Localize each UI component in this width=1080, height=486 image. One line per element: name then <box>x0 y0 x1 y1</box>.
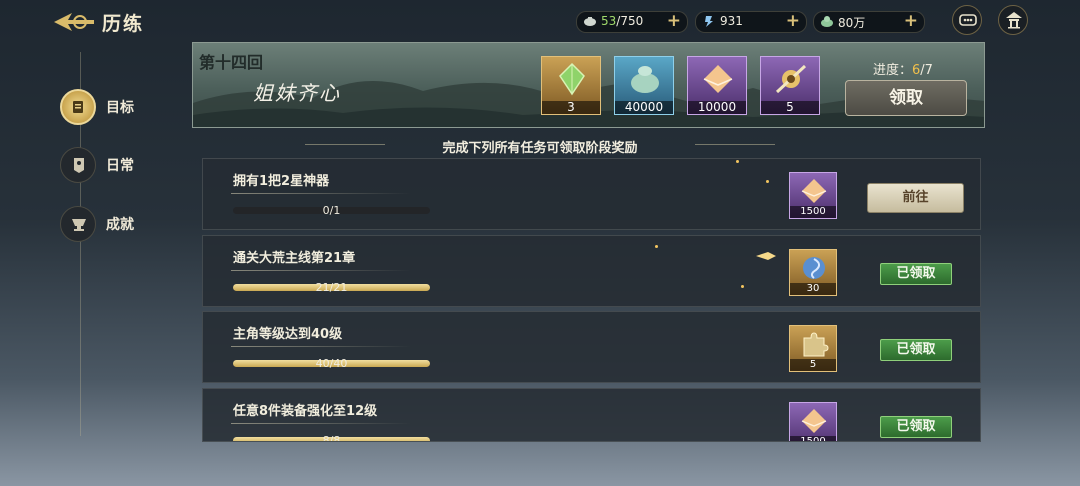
sparkle <box>736 160 739 163</box>
spirit-gem-value: 931 <box>720 14 743 28</box>
nav-label-achievements: 成就 <box>106 217 134 233</box>
task-name: 通关大荒主线第21章 <box>233 251 356 266</box>
envelope-icon <box>801 179 827 203</box>
task-row: 拥有1把2星神器 0/1 1500 前往 <box>202 158 981 230</box>
task-reward-count: 1500 <box>790 206 836 218</box>
stage-progress-label: 进度： <box>873 63 913 78</box>
task-reward-count: 1500 <box>790 436 836 441</box>
pavilion-icon <box>1006 12 1022 29</box>
sparkle-icon <box>756 252 776 260</box>
add-jade-coin-button[interactable]: + <box>904 11 918 31</box>
chapter-name: 姐妹齐心 <box>253 81 341 105</box>
add-stamina-button[interactable]: + <box>667 11 681 31</box>
jade-coin-value: 80万 <box>838 16 866 30</box>
stage-progress: 进度：6/7 <box>873 59 933 78</box>
envelope-icon <box>801 409 827 433</box>
claim-stage-reward-button[interactable]: 领取 <box>845 80 967 116</box>
chat-button[interactable] <box>952 5 982 35</box>
artifact-icon <box>775 64 807 94</box>
stamina-resource: 53/750 + <box>576 11 688 33</box>
task-name: 拥有1把2星神器 <box>233 174 330 189</box>
stage-progress-total: /7 <box>920 63 933 78</box>
green-crystal-icon <box>559 62 585 96</box>
task-progress-text: 40/40 <box>315 357 348 370</box>
claimed-badge: 已领取 <box>880 416 952 438</box>
claimed-badge: 已领取 <box>880 339 952 361</box>
sparkle <box>655 245 658 248</box>
stamina-icon <box>584 17 596 26</box>
stage-reward-3-count: 10000 <box>688 101 746 114</box>
task-underline <box>231 270 411 271</box>
task-progress-text: 0/1 <box>322 204 341 217</box>
task-underline <box>231 346 411 347</box>
scroll-icon <box>60 89 96 125</box>
task-underline <box>231 423 411 424</box>
task-progress-text: 8/8 <box>322 434 341 442</box>
task-reward-count: 5 <box>790 359 836 371</box>
task-name: 任意8件装备强化至12级 <box>233 404 378 419</box>
sparkle <box>766 180 769 183</box>
task-row: 通关大荒主线第21章 21/21 30 已领取 <box>202 235 981 307</box>
stamina-current: 53 <box>601 14 617 28</box>
nav-item-achievements[interactable]: 成就 <box>58 204 168 244</box>
task-progress-text: 21/21 <box>315 281 348 294</box>
stage-reward-1[interactable]: 3 <box>541 56 601 115</box>
puzzle-piece-icon <box>803 332 829 357</box>
nav-label-goals: 目标 <box>106 100 134 116</box>
envelope-icon <box>703 65 733 93</box>
chat-icon <box>959 14 977 26</box>
stage-reward-2[interactable]: 40000 <box>614 56 674 115</box>
go-button[interactable]: 前往 <box>867 183 964 213</box>
swirl-orb-icon <box>803 257 825 279</box>
stamina-max: /750 <box>616 14 644 28</box>
subtitle-right-ornament <box>695 144 775 145</box>
task-reward[interactable]: 5 <box>789 325 837 372</box>
task-instructions: 完成下列所有任务可领取阶段奖励 <box>442 141 638 156</box>
task-row: 任意8件装备强化至12级 8/8 1500 已领取 <box>202 388 981 442</box>
claimed-badge: 已领取 <box>880 263 952 285</box>
back-arrow-icon[interactable] <box>52 10 96 34</box>
stage-reward-2-count: 40000 <box>615 101 673 114</box>
jade-coin-icon <box>821 16 833 27</box>
page-title: 历练 <box>102 13 145 35</box>
stage-reward-1-count: 3 <box>542 101 600 114</box>
task-reward[interactable]: 1500 <box>789 402 837 441</box>
spirit-gem-resource: 931 + <box>695 11 807 33</box>
spirit-gem-icon <box>705 16 713 27</box>
trophy-icon <box>60 206 96 242</box>
jade-coin-resource: 80万 + <box>813 11 925 33</box>
task-reward-count: 30 <box>790 283 836 295</box>
nav-item-goals[interactable]: 目标 <box>58 87 168 127</box>
stage-reward-4[interactable]: 5 <box>760 56 820 115</box>
sparkle <box>741 285 744 288</box>
chapter-number: 第十四回 <box>199 53 264 72</box>
task-underline <box>231 193 411 194</box>
stage-reward-4-count: 5 <box>761 101 819 114</box>
task-row: 主角等级达到40级 40/40 5 已领取 <box>202 311 981 383</box>
stage-banner: 第十四回 姐妹齐心 3 40000 10000 5 进度：6/7 领取 <box>192 42 985 128</box>
task-reward[interactable]: 30 <box>789 249 837 296</box>
stage-reward-3[interactable]: 10000 <box>687 56 747 115</box>
add-spirit-gem-button[interactable]: + <box>786 11 800 31</box>
jade-pouch-icon <box>631 66 659 93</box>
nav-label-daily: 日常 <box>106 158 134 174</box>
task-reward[interactable]: 1500 <box>789 172 837 219</box>
task-name: 主角等级达到40级 <box>233 327 343 342</box>
home-button[interactable] <box>998 5 1028 35</box>
